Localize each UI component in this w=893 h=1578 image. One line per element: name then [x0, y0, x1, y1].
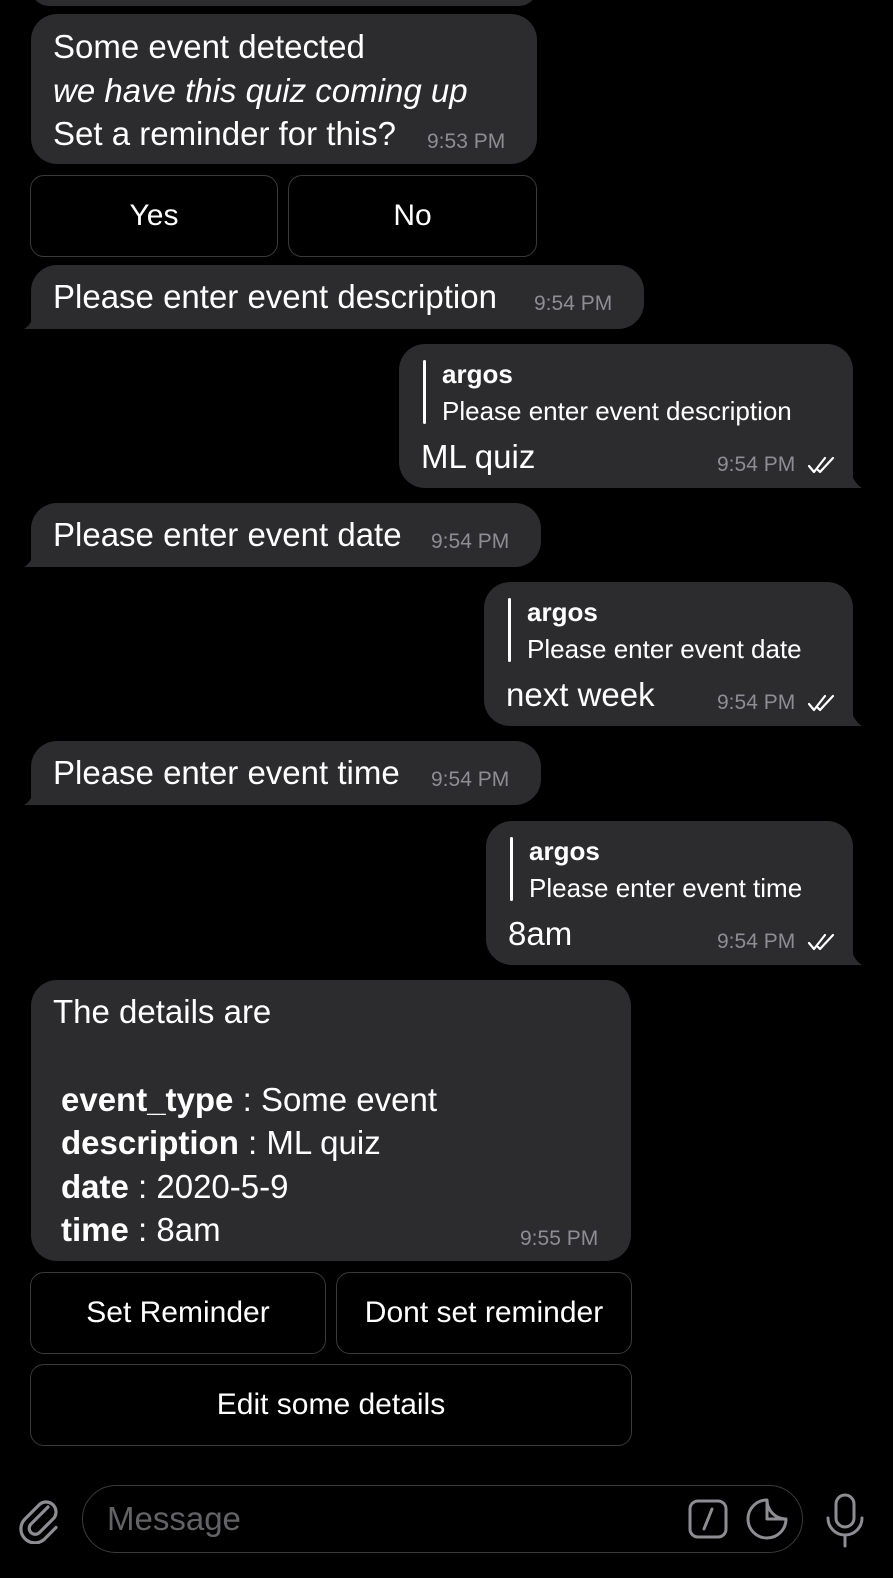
- message-text: Please enter event date: [53, 516, 402, 553]
- reply-quote-bar: [423, 360, 426, 424]
- message-time: 9:54 PM: [431, 768, 510, 791]
- incoming-message: Please enter event time 9:54 PM: [31, 741, 541, 805]
- message-text: Please enter event time: [53, 754, 400, 791]
- reply-text: Please enter event description: [442, 396, 792, 426]
- detail-separator: :: [128, 1211, 157, 1248]
- incoming-message: Please enter event date 9:54 PM: [31, 503, 541, 567]
- message-time: 9:55 PM: [520, 1227, 599, 1250]
- detail-row: date : 2020-5-9: [61, 1170, 288, 1203]
- message-placeholder: Message: [107, 1500, 241, 1537]
- composer-bar: Message: [0, 1470, 893, 1578]
- message-text: next week: [506, 676, 655, 713]
- detail-row: time : 8am: [61, 1213, 221, 1246]
- set-reminder-button[interactable]: Set Reminder: [30, 1272, 326, 1354]
- read-checkmarks-icon: [807, 456, 835, 474]
- microphone-icon[interactable]: [822, 1492, 868, 1550]
- paperclip-icon[interactable]: [14, 1494, 64, 1544]
- detail-key: description: [61, 1124, 239, 1161]
- sticker-icon[interactable]: [745, 1497, 789, 1541]
- message-time: 9:54 PM: [717, 930, 796, 953]
- detail-key: date: [61, 1168, 129, 1205]
- message-time: 9:54 PM: [717, 453, 796, 476]
- outgoing-message: argos Please enter event description ML …: [399, 344, 853, 488]
- dont-set-reminder-button[interactable]: Dont set reminder: [336, 1272, 632, 1354]
- detail-separator: :: [233, 1081, 261, 1118]
- detail-value: ML quiz: [266, 1124, 381, 1161]
- detail-row: description : ML quiz: [61, 1126, 381, 1159]
- incoming-message: Some event detected we have this quiz co…: [31, 14, 537, 164]
- bubble-tail: [24, 545, 46, 567]
- reply-text: Please enter event time: [529, 873, 803, 903]
- read-checkmarks-icon: [807, 933, 835, 951]
- message-line: Some event detected: [53, 28, 365, 65]
- reply-author: argos: [442, 359, 513, 389]
- message-time: 9:54 PM: [717, 691, 796, 714]
- message-time: 9:54 PM: [431, 530, 510, 553]
- edit-details-button[interactable]: Edit some details: [30, 1364, 632, 1446]
- detail-separator: :: [128, 1168, 157, 1205]
- message-input[interactable]: Message: [82, 1485, 803, 1553]
- message-time: 9:54 PM: [534, 292, 613, 315]
- message-text: 8am: [508, 915, 573, 952]
- message-line: Set a reminder for this?: [53, 115, 396, 152]
- outgoing-message: argos Please enter event date next week …: [484, 582, 853, 726]
- bot-command-icon[interactable]: [687, 1498, 729, 1540]
- message-time: 9:53 PM: [427, 130, 506, 153]
- detail-value: 2020-5-9: [156, 1168, 289, 1205]
- bubble-tail: [840, 466, 862, 488]
- message-line-italic: we have this quiz coming up: [53, 72, 468, 109]
- detail-key: time: [61, 1211, 129, 1248]
- bubble-tail: [840, 943, 862, 965]
- detail-separator: :: [238, 1124, 267, 1161]
- yes-button[interactable]: Yes: [30, 175, 278, 257]
- previous-message-edge: [31, 0, 537, 6]
- reply-quote-bar: [508, 598, 511, 662]
- detail-value: 8am: [156, 1211, 221, 1248]
- reply-quote-bar: [510, 837, 513, 901]
- bubble-tail: [24, 783, 46, 805]
- reply-text: Please enter event date: [527, 634, 802, 664]
- read-checkmarks-icon: [807, 694, 835, 712]
- incoming-message: Please enter event description 9:54 PM: [31, 265, 644, 329]
- detail-key: event_type: [61, 1081, 234, 1118]
- reply-author: argos: [529, 836, 600, 866]
- incoming-message-details: The details are event_type : Some event …: [31, 980, 631, 1261]
- no-button[interactable]: No: [288, 175, 537, 257]
- detail-value: Some event: [260, 1081, 438, 1118]
- message-text: Please enter event description: [53, 278, 497, 315]
- message-text: ML quiz: [421, 438, 536, 475]
- bubble-tail: [24, 307, 46, 329]
- details-header: The details are: [53, 993, 272, 1030]
- detail-row: event_type : Some event: [61, 1083, 437, 1116]
- outgoing-message: argos Please enter event time 8am 9:54 P…: [486, 821, 853, 965]
- bubble-tail: [840, 704, 862, 726]
- reply-author: argos: [527, 597, 598, 627]
